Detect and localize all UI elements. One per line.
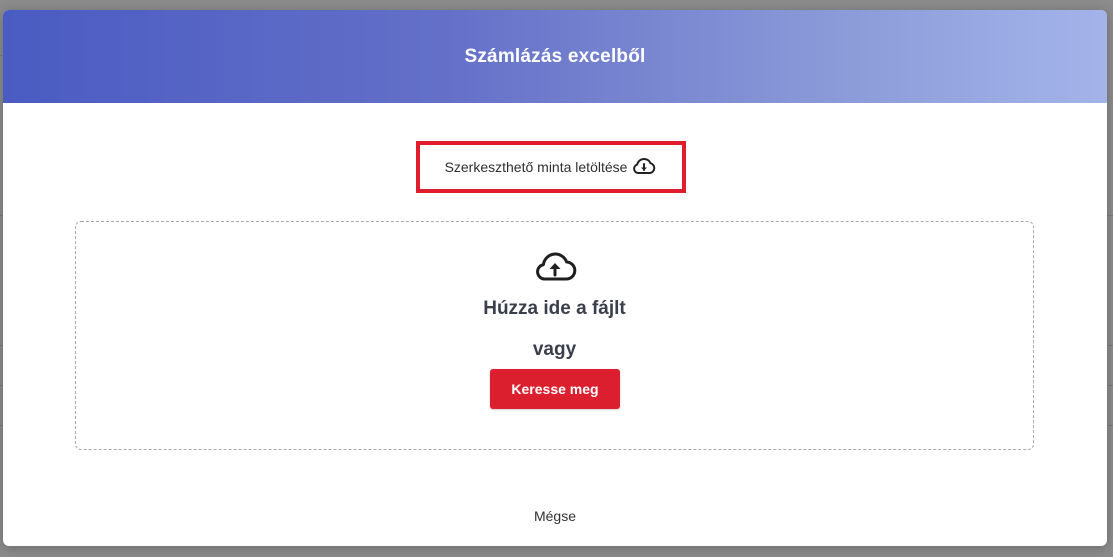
template-download-link[interactable]: Szerkeszthető minta letöltése <box>445 156 658 179</box>
cloud-download-icon <box>631 156 657 179</box>
dropzone-title: Húzza ide a fájlt <box>483 298 626 319</box>
cancel-button[interactable]: Mégse <box>3 508 1107 524</box>
template-download-label: Szerkeszthető minta letöltése <box>444 159 628 175</box>
file-dropzone[interactable]: Húzza ide a fájlt vagy Keresse meg <box>75 221 1034 450</box>
cloud-upload-icon <box>533 250 577 289</box>
dropzone-or-text: vagy <box>532 339 577 360</box>
modal-header: Számlázás excelből <box>3 10 1107 103</box>
browse-file-button[interactable]: Keresse meg <box>490 369 620 409</box>
invoice-import-modal: Számlázás excelből Szerkeszthető minta l… <box>3 10 1107 546</box>
template-download-highlight[interactable]: Szerkeszthető minta letöltése <box>416 141 686 193</box>
modal-title: Számlázás excelből <box>464 45 646 67</box>
